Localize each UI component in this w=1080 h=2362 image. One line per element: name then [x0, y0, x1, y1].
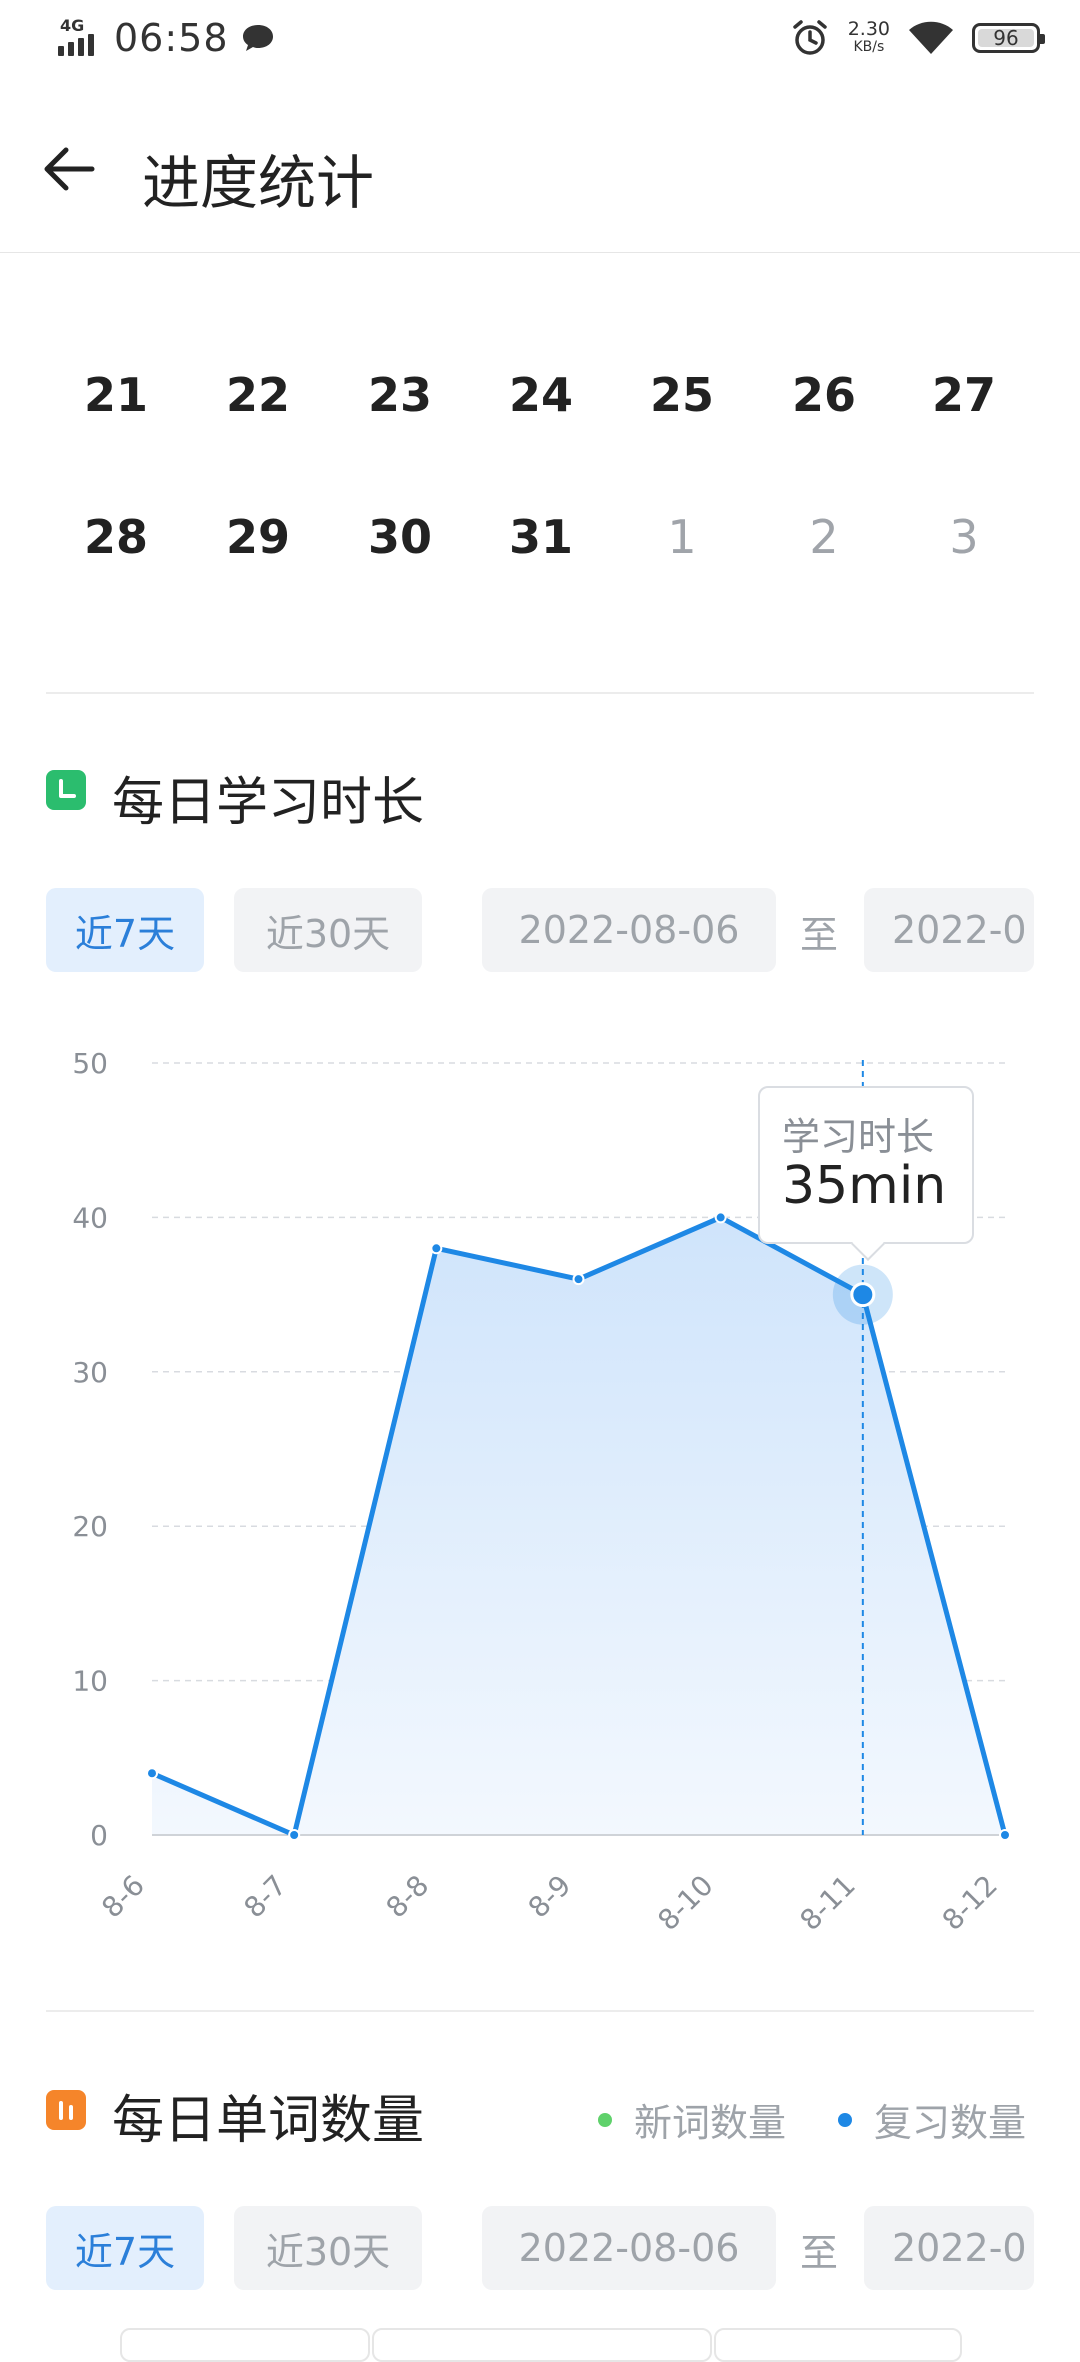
section-divider	[46, 692, 1034, 694]
x-tick-label: 8-6	[95, 1869, 151, 1925]
battery-level: 96	[993, 26, 1019, 50]
calendar-day[interactable]: 27	[894, 368, 1034, 422]
signal-icon: 4G	[58, 16, 106, 60]
data-point-highlighted[interactable]	[850, 1282, 876, 1308]
data-point[interactable]	[572, 1273, 585, 1286]
legend-dot-green	[598, 2112, 612, 2127]
status-bar: 4G 06:58 2.30 KB/s 96	[0, 0, 1080, 86]
calendar-day[interactable]: 23	[330, 368, 470, 422]
date-range-separator: 至	[800, 2231, 839, 2275]
data-point[interactable]	[430, 1242, 443, 1255]
network-speed: 2.30 KB/s	[847, 18, 890, 56]
summary-card	[120, 2328, 370, 2362]
calendar-grid: 14 15 16 17 18 19 20 21 22 23 24 25 26 2…	[0, 200, 1080, 680]
calendar-day[interactable]: 21	[46, 368, 186, 422]
tab-last-7-days[interactable]: 近7天	[46, 888, 204, 972]
back-arrow-icon[interactable]	[40, 140, 98, 198]
legend-review-words[interactable]: 复习数量	[838, 2092, 1026, 2147]
calendar-week-row: 28 29 30 31 1 2 3	[46, 510, 1046, 600]
y-tick-label: 40	[72, 1201, 108, 1234]
summary-card	[372, 2328, 712, 2362]
date-range-separator: 至	[800, 913, 839, 957]
clock-icon	[46, 770, 86, 810]
network-type: 4G	[60, 16, 85, 35]
tooltip-label: 学习时长	[782, 1115, 935, 1159]
calendar-day[interactable]: 26	[754, 368, 894, 422]
data-point[interactable]	[288, 1829, 301, 1841]
x-tick-label: 8-10	[651, 1869, 719, 1937]
tab-last-7-days[interactable]: 近7天	[46, 2206, 204, 2290]
summary-card	[714, 2328, 962, 2362]
y-tick-label: 0	[90, 1819, 108, 1852]
tab-last-30-days[interactable]: 近30天	[234, 888, 422, 972]
y-tick-label: 20	[72, 1510, 108, 1543]
y-tick-label: 10	[72, 1665, 108, 1698]
app-header: 进度统计	[0, 86, 1080, 253]
calendar-day[interactable]: 24	[471, 368, 611, 422]
status-time: 06:58	[114, 16, 229, 60]
calendar-week-row: 21 22 23 24 25 26 27	[46, 368, 1046, 458]
calendar-day[interactable]: 31	[471, 510, 611, 564]
page-title: 进度统计	[142, 149, 375, 217]
x-tick-label: 8-8	[380, 1869, 436, 1925]
calendar-day-next-month[interactable]: 3	[894, 510, 1034, 564]
wifi-icon	[909, 21, 953, 54]
calendar-day[interactable]: 30	[330, 510, 470, 564]
legend-dot-blue	[838, 2112, 852, 2127]
y-tick-label: 30	[72, 1356, 108, 1389]
x-tick-label: 8-9	[522, 1869, 578, 1925]
date-to-field[interactable]: 2022-0	[864, 888, 1034, 972]
alarm-icon	[792, 20, 827, 55]
date-to-field[interactable]: 2022-0	[864, 2206, 1034, 2290]
date-from-field[interactable]: 2022-08-06	[482, 2206, 776, 2290]
calendar-day-next-month[interactable]: 1	[612, 510, 752, 564]
tooltip-value: 35min	[782, 1156, 947, 1216]
section-divider	[46, 2010, 1034, 2012]
calendar-day[interactable]: 25	[612, 368, 752, 422]
battery-icon: 96	[972, 23, 1045, 53]
data-point[interactable]	[714, 1211, 727, 1224]
calendar-day-next-month[interactable]: 2	[754, 510, 894, 564]
message-bubble-icon	[242, 25, 273, 51]
calendar-day[interactable]: 28	[46, 510, 186, 564]
data-point[interactable]	[999, 1829, 1011, 1841]
tab-last-30-days[interactable]: 近30天	[234, 2206, 422, 2290]
x-tick-label: 8-11	[794, 1869, 862, 1937]
section-title-word-count: 每日单词数量	[112, 2091, 425, 2151]
date-from-field[interactable]: 2022-08-06	[482, 888, 776, 972]
y-tick-label: 50	[72, 1047, 108, 1080]
section-title-study-time: 每日学习时长	[112, 773, 425, 833]
legend-new-words[interactable]: 新词数量	[598, 2092, 786, 2147]
bar-chart-icon	[46, 2090, 86, 2130]
x-tick-label: 8-12	[936, 1869, 1004, 1937]
chart-tooltip: 学习时长 35min	[758, 1086, 974, 1244]
calendar-day[interactable]: 29	[188, 510, 328, 564]
data-point[interactable]	[146, 1767, 158, 1780]
calendar-day[interactable]: 22	[188, 368, 328, 422]
x-tick-label: 8-7	[237, 1869, 293, 1925]
